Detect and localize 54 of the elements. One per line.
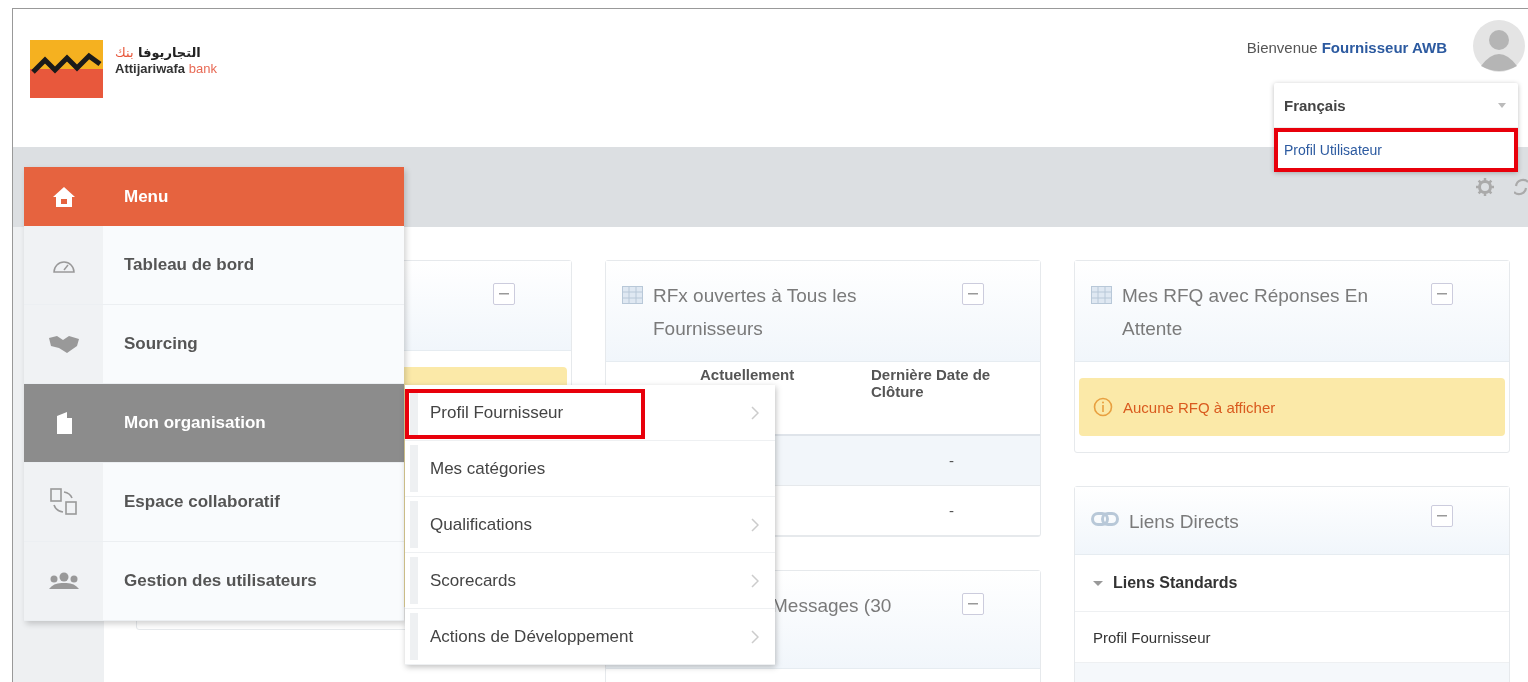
alert-text: Aucune RFQ à afficher (1123, 398, 1276, 416)
collapse-button[interactable] (1431, 283, 1453, 305)
logo-icon (30, 40, 103, 98)
chevron-right-icon (751, 629, 759, 644)
submenu-item[interactable]: Scorecards (405, 553, 775, 609)
submenu-item[interactable]: Mes catégories (405, 441, 775, 497)
minus-icon (1437, 515, 1447, 517)
refresh-icon[interactable] (1514, 178, 1528, 196)
submenu-item[interactable]: Qualifications (405, 497, 775, 553)
menu-header: Menu (24, 167, 404, 226)
table-cell: - (863, 435, 1040, 486)
documents-exchange-icon (49, 488, 78, 516)
language-select[interactable]: Français (1274, 83, 1518, 128)
minus-icon (1437, 293, 1447, 295)
collapse-button[interactable] (962, 283, 984, 305)
collapse-button[interactable] (962, 593, 984, 615)
minus-icon (499, 293, 509, 295)
table-icon (1091, 286, 1112, 304)
collapse-button[interactable] (1431, 505, 1453, 527)
group-label[interactable]: Liens Standards (1113, 574, 1238, 592)
chevron-right-icon (751, 573, 759, 588)
chevron-right-icon (751, 517, 759, 532)
welcome-text: Bienvenue (1246, 39, 1318, 56)
logo-arabic-text: التجاريوفا بنك (115, 45, 202, 61)
dropdown-item[interactable]: Profil Utilisateur (1274, 128, 1518, 172)
panel-title: Liens Directs (1129, 510, 1239, 534)
menu-item[interactable]: Sourcing (24, 305, 404, 384)
collapse-button[interactable] (493, 283, 515, 305)
menu-item[interactable]: Tableau de bord (24, 226, 404, 305)
panel-title: Messages (30 (772, 594, 892, 618)
handshake-icon (48, 334, 79, 354)
minus-icon (968, 293, 978, 295)
menu-item[interactable]: Gestion des utilisateurs (24, 542, 404, 621)
logo-text: Attijariwafa bank (115, 61, 217, 77)
menu-item[interactable]: Espace collaboratif (24, 463, 404, 542)
submenu-item[interactable]: Actions de Développement (405, 609, 775, 665)
panel-title: Mes RFQ avec Réponses En Attente (1122, 284, 1370, 341)
building-icon (54, 412, 73, 434)
minus-icon (968, 603, 978, 605)
info-icon (1093, 397, 1113, 417)
panel-title: RFx ouvertes à Tous les Fournisseurs (653, 284, 858, 341)
link-icon (1091, 512, 1119, 526)
table-icon (622, 286, 643, 304)
users-icon (48, 572, 79, 590)
user-name[interactable]: Fournisseur AWB (1321, 39, 1447, 56)
caret-down-icon[interactable] (1093, 578, 1103, 588)
chevron-right-icon (751, 405, 759, 420)
home-icon (52, 186, 75, 207)
submenu-item[interactable]: Profil Fournisseur (405, 385, 775, 441)
caret-down-icon (1498, 102, 1506, 108)
link[interactable]: Profil Fournisseur (1093, 628, 1211, 646)
table-cell: - (863, 485, 1040, 536)
avatar-icon[interactable] (1473, 20, 1525, 72)
settings-icon[interactable] (1476, 178, 1494, 196)
